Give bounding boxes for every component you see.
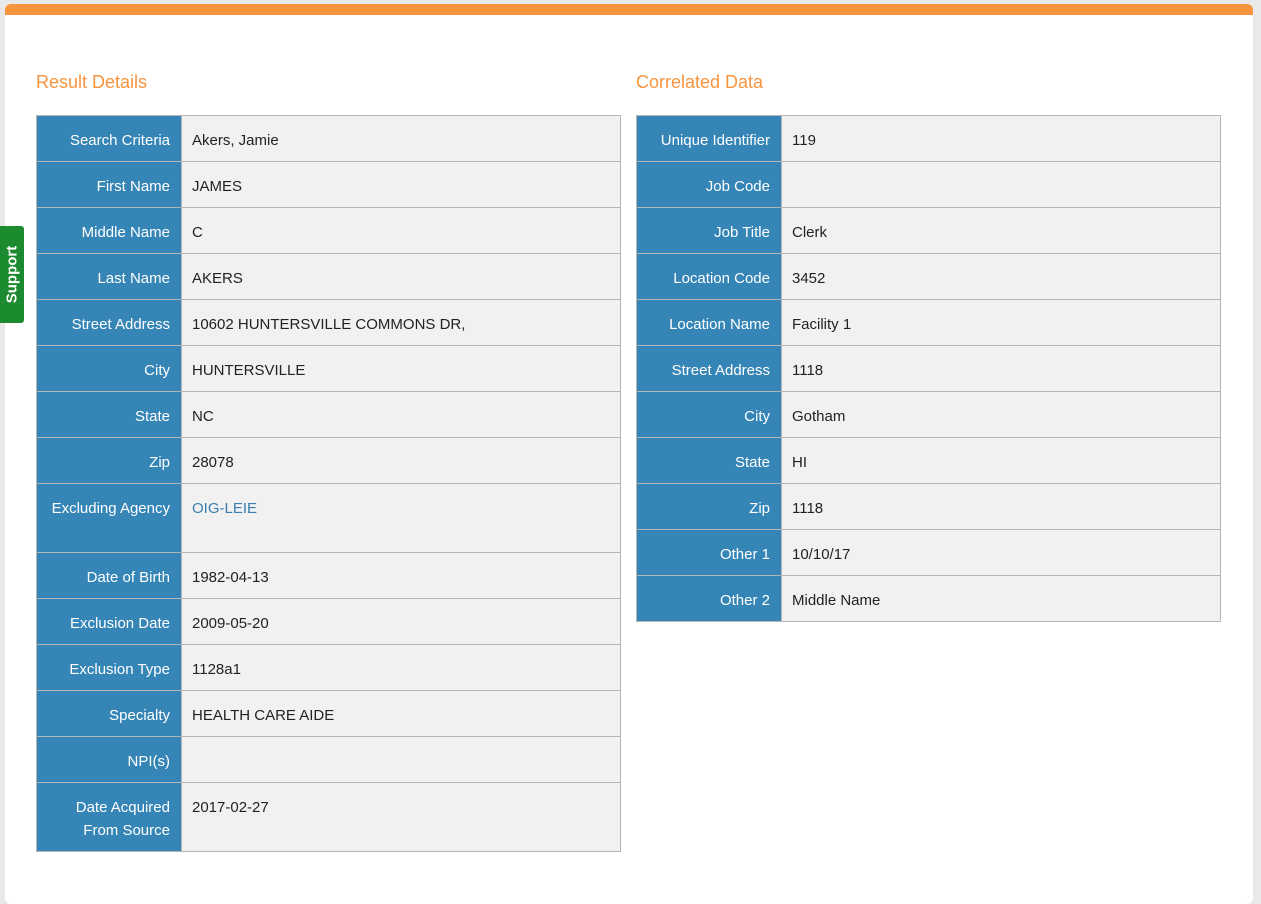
label-other-2: Other 2 [636,575,782,622]
label-job-code: Job Code [636,161,782,208]
row-date-of-birth: Date of Birth 1982-04-13 [36,552,621,599]
value-other-1: 10/10/17 [781,529,1221,576]
label-corr-state: State [636,437,782,484]
value-corr-street-address: 1118 [781,345,1221,392]
row-search-criteria: Search Criteria Akers, Jamie [36,115,621,162]
label-corr-zip: Zip [636,483,782,530]
label-state: State [36,391,182,438]
correlated-data-table: Unique Identifier 119 Job Code Job Title… [636,115,1221,622]
label-other-1: Other 1 [636,529,782,576]
row-city: City HUNTERSVILLE [36,345,621,392]
result-details-title: Result Details [36,72,148,92]
row-corr-city: City Gotham [636,391,1221,438]
row-state: State NC [36,391,621,438]
value-exclusion-date: 2009-05-20 [181,598,621,645]
row-location-code: Location Code 3452 [636,253,1221,300]
label-exclusion-date: Exclusion Date [36,598,182,645]
value-state: NC [181,391,621,438]
row-job-code: Job Code [636,161,1221,208]
label-excluding-agency: Excluding Agency [36,483,182,553]
row-other-1: Other 1 10/10/17 [636,529,1221,576]
value-zip: 28078 [181,437,621,484]
label-middle-name: Middle Name [36,207,182,254]
value-job-title: Clerk [781,207,1221,254]
label-last-name: Last Name [36,253,182,300]
value-date-acquired: 2017-02-27 [181,782,621,852]
row-npis: NPI(s) [36,736,621,783]
label-date-of-birth: Date of Birth [36,552,182,599]
value-excluding-agency: OIG-LEIE [181,483,621,553]
value-date-of-birth: 1982-04-13 [181,552,621,599]
value-specialty: HEALTH CARE AIDE [181,690,621,737]
support-tab-button[interactable]: Support [0,226,24,323]
excluding-agency-link[interactable]: OIG-LEIE [192,500,257,517]
value-corr-city: Gotham [781,391,1221,438]
label-first-name: First Name [36,161,182,208]
value-first-name: JAMES [181,161,621,208]
label-exclusion-type: Exclusion Type [36,644,182,691]
row-date-acquired: Date Acquired From Source 2017-02-27 [36,782,621,852]
value-job-code [781,161,1221,208]
row-corr-street-address: Street Address 1118 [636,345,1221,392]
row-job-title: Job Title Clerk [636,207,1221,254]
row-street-address: Street Address 10602 HUNTERSVILLE COMMON… [36,299,621,346]
row-corr-state: State HI [636,437,1221,484]
value-corr-state: HI [781,437,1221,484]
label-specialty: Specialty [36,690,182,737]
row-unique-identifier: Unique Identifier 119 [636,115,1221,162]
row-other-2: Other 2 Middle Name [636,575,1221,622]
correlated-data-title: Correlated Data [636,72,764,92]
label-job-title: Job Title [636,207,782,254]
label-date-acquired: Date Acquired From Source [36,782,182,852]
result-details-table: Search Criteria Akers, Jamie First Name … [36,115,621,852]
row-excluding-agency: Excluding Agency OIG-LEIE [36,483,621,553]
row-last-name: Last Name AKERS [36,253,621,300]
value-city: HUNTERSVILLE [181,345,621,392]
label-city: City [36,345,182,392]
value-location-name: Facility 1 [781,299,1221,346]
main-panel: Result Details Correlated Data Search Cr… [5,4,1253,904]
label-search-criteria: Search Criteria [36,115,182,162]
value-last-name: AKERS [181,253,621,300]
label-street-address: Street Address [36,299,182,346]
row-specialty: Specialty HEALTH CARE AIDE [36,690,621,737]
row-zip: Zip 28078 [36,437,621,484]
value-location-code: 3452 [781,253,1221,300]
row-location-name: Location Name Facility 1 [636,299,1221,346]
value-search-criteria: Akers, Jamie [181,115,621,162]
value-other-2: Middle Name [781,575,1221,622]
label-zip: Zip [36,437,182,484]
label-location-code: Location Code [636,253,782,300]
label-unique-identifier: Unique Identifier [636,115,782,162]
value-corr-zip: 1118 [781,483,1221,530]
row-exclusion-date: Exclusion Date 2009-05-20 [36,598,621,645]
label-npis: NPI(s) [36,736,182,783]
label-location-name: Location Name [636,299,782,346]
value-middle-name: C [181,207,621,254]
row-corr-zip: Zip 1118 [636,483,1221,530]
label-corr-city: City [636,391,782,438]
support-tab-label: Support [3,245,21,304]
value-npis [181,736,621,783]
row-middle-name: Middle Name C [36,207,621,254]
label-corr-street-address: Street Address [636,345,782,392]
value-unique-identifier: 119 [781,115,1221,162]
value-street-address: 10602 HUNTERSVILLE COMMONS DR, [181,299,621,346]
row-exclusion-type: Exclusion Type 1128a1 [36,644,621,691]
row-first-name: First Name JAMES [36,161,621,208]
value-exclusion-type: 1128a1 [181,644,621,691]
